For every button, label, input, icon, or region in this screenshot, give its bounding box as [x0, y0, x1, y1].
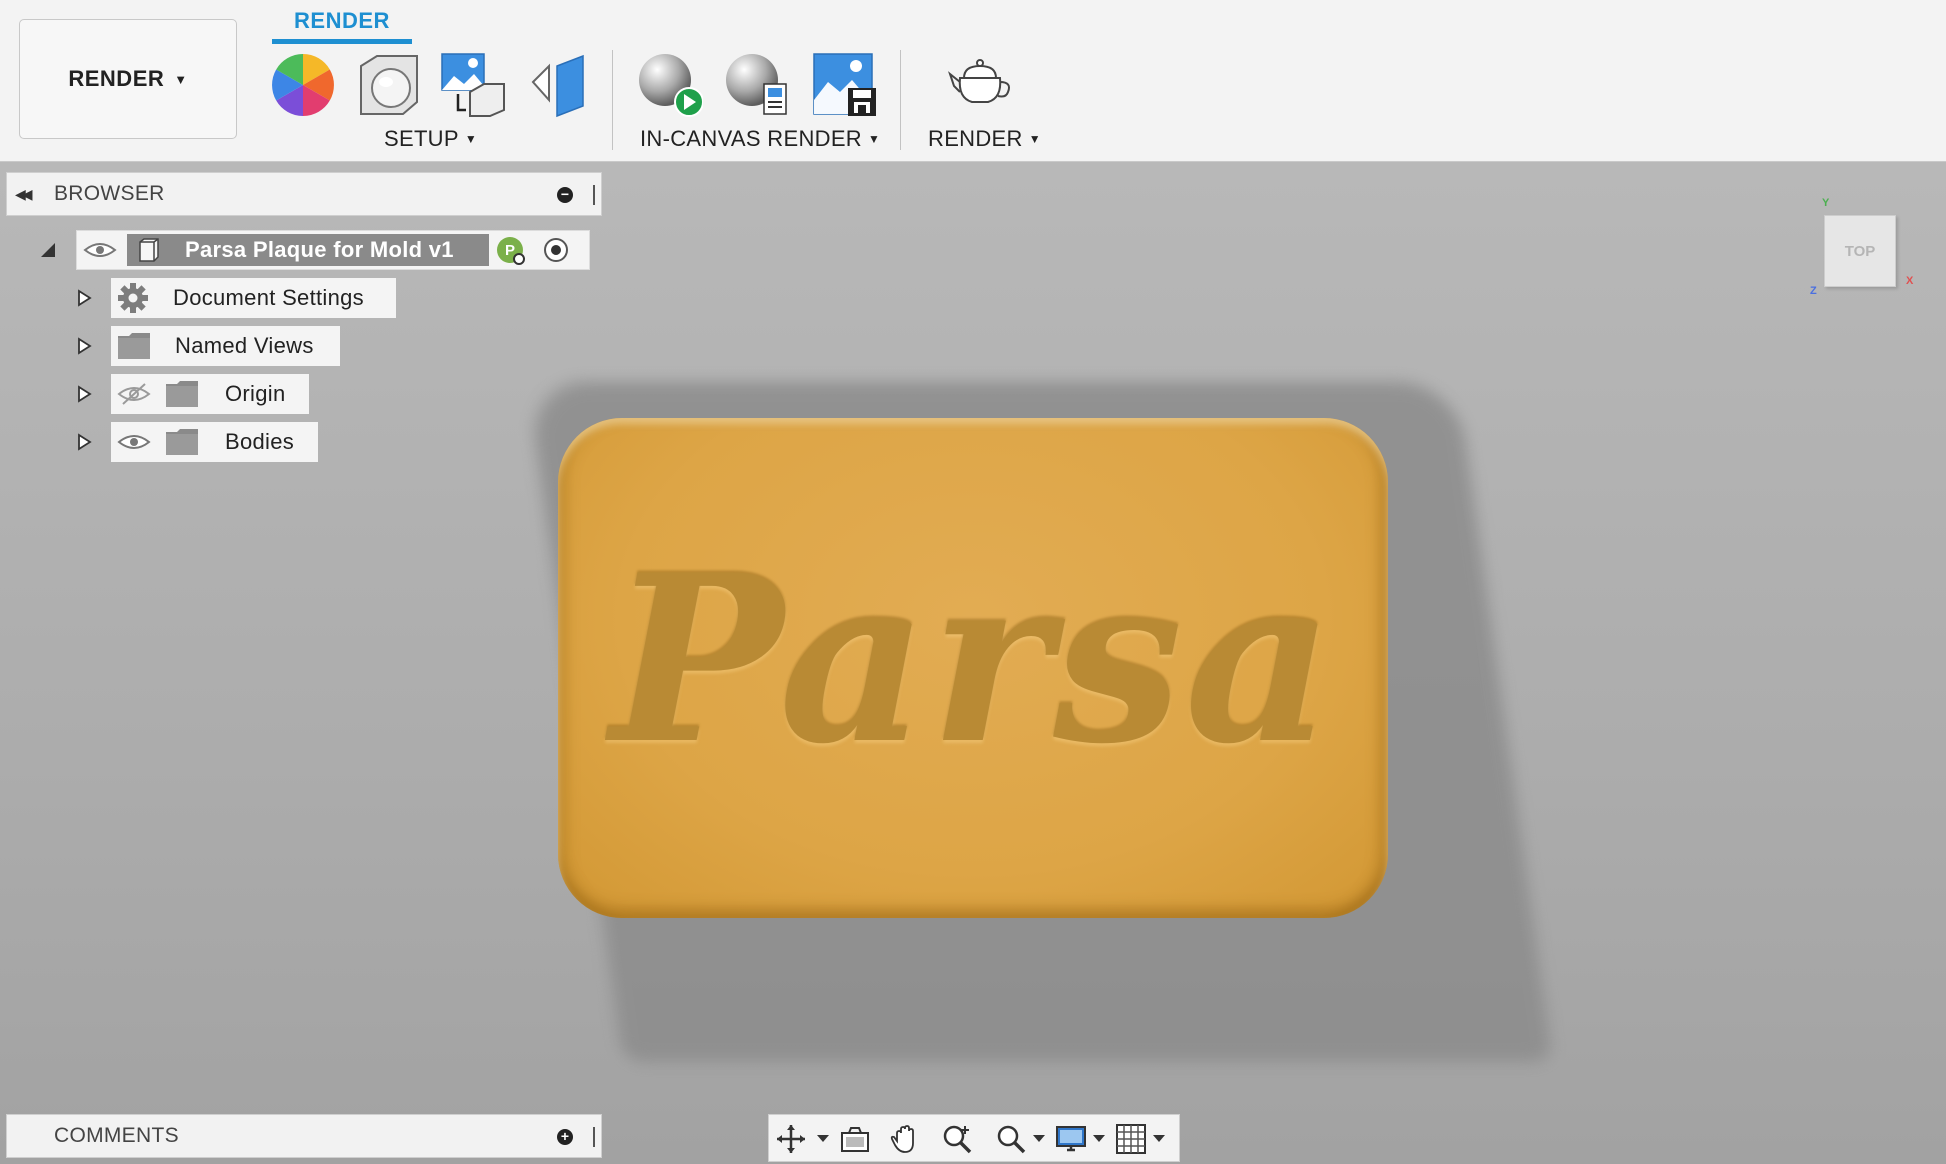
browser-node-document-settings[interactable]: Document Settings — [111, 278, 396, 318]
expand-triangle-icon[interactable] — [74, 288, 94, 308]
pan-icon[interactable] — [889, 1123, 921, 1155]
setup-group-label[interactable]: SETUP ▼ — [384, 126, 477, 152]
chevron-down-icon: ▼ — [174, 71, 188, 87]
browser-panel-header[interactable]: ◀◀ BROWSER − — [6, 172, 602, 216]
radio-target-icon[interactable] — [543, 237, 569, 263]
browser-title: BROWSER — [54, 182, 165, 205]
render-group-label[interactable]: RENDER ▼ — [928, 126, 1041, 152]
in-canvas-render-group-label[interactable]: IN-CANVAS RENDER ▼ — [640, 126, 880, 152]
engraved-text: Parsa — [610, 525, 1336, 795]
appearance-icon[interactable] — [270, 52, 336, 118]
tab-render[interactable]: RENDER — [272, 6, 412, 44]
toolbar-divider — [900, 50, 901, 150]
navigation-bar — [768, 1114, 1180, 1162]
render-teapot-icon[interactable] — [947, 52, 1014, 118]
view-cube-face[interactable]: TOP — [1824, 215, 1896, 287]
chevron-down-icon: ▼ — [867, 132, 881, 146]
chevron-down-icon[interactable] — [1033, 1135, 1045, 1142]
minus-icon[interactable]: − — [557, 187, 573, 203]
gear-icon — [118, 283, 148, 313]
document-settings-label: Document Settings — [173, 285, 364, 310]
capture-image-icon[interactable] — [812, 52, 878, 118]
chevron-down-icon[interactable] — [1153, 1135, 1165, 1142]
workspace-label: RENDER — [68, 66, 165, 91]
fit-icon[interactable] — [995, 1123, 1027, 1155]
root-node-highlight: Parsa Plaque for Mold v1 — [127, 234, 489, 266]
axis-z-label: Z — [1810, 285, 1817, 297]
zoom-icon[interactable] — [941, 1123, 973, 1155]
eye-icon[interactable] — [117, 430, 151, 454]
bodies-label: Bodies — [225, 429, 295, 454]
eye-hidden-icon[interactable] — [117, 382, 151, 406]
comments-title: COMMENTS — [54, 1124, 179, 1147]
folder-icon — [166, 429, 198, 455]
in-canvas-render-settings-icon[interactable] — [724, 52, 790, 118]
workspace-switcher-button[interactable]: RENDER ▼ — [19, 19, 237, 139]
browser-root-node[interactable]: Parsa Plaque for Mold v1 P — [76, 230, 590, 270]
eye-icon[interactable] — [83, 238, 117, 262]
origin-label: Origin — [225, 381, 286, 406]
expand-triangle-icon[interactable] — [74, 384, 94, 404]
decal-icon[interactable] — [525, 52, 591, 118]
toolbar-divider — [612, 50, 613, 150]
browser-node-named-views[interactable]: Named Views — [111, 326, 340, 366]
display-settings-icon[interactable] — [1055, 1123, 1087, 1155]
panel-grip-handle[interactable] — [593, 185, 595, 205]
view-cube[interactable]: TOP Y X Z — [1810, 195, 1920, 305]
panel-grip-handle[interactable] — [593, 1127, 595, 1147]
setup-label-text: SETUP — [384, 126, 459, 151]
grid-icon[interactable] — [1115, 1123, 1147, 1155]
chevron-down-icon[interactable] — [1093, 1135, 1105, 1142]
in-canvas-render-icon[interactable] — [637, 52, 704, 118]
toolbar: RENDER ▼ RENDER SETUP ▼ IN-CANVAS RENDER… — [0, 0, 1946, 162]
expand-triangle-icon[interactable] — [74, 336, 94, 356]
expand-triangle-icon[interactable] — [38, 240, 58, 260]
scene-settings-icon[interactable] — [355, 52, 421, 118]
user-badge: P — [497, 237, 525, 265]
browser-node-origin[interactable]: Origin — [111, 374, 309, 414]
plus-icon[interactable]: + — [557, 1129, 573, 1145]
in-canvas-render-label-text: IN-CANVAS RENDER — [640, 126, 862, 151]
browser-node-bodies[interactable]: Bodies — [111, 422, 318, 462]
axis-x-label: X — [1906, 275, 1914, 287]
chevron-down-icon[interactable] — [817, 1135, 829, 1142]
expand-triangle-icon[interactable] — [74, 432, 94, 452]
root-node-label: Parsa Plaque for Mold v1 — [185, 237, 454, 262]
comments-panel-header[interactable]: COMMENTS + — [6, 1114, 602, 1158]
chevron-down-icon: ▼ — [464, 132, 478, 146]
render-label-text: RENDER — [928, 126, 1023, 151]
axis-y-label: Y — [1822, 197, 1830, 209]
texture-map-icon[interactable] — [440, 52, 506, 118]
named-views-label: Named Views — [175, 333, 314, 358]
look-at-icon[interactable] — [839, 1123, 871, 1155]
plaque-model[interactable]: Parsa — [558, 418, 1388, 918]
folder-icon — [118, 333, 150, 359]
chevron-down-icon: ▼ — [1028, 132, 1041, 146]
component-icon — [139, 238, 159, 262]
collapse-panel-icon[interactable]: ◀◀ — [15, 183, 41, 205]
folder-icon — [166, 381, 198, 407]
orbit-icon[interactable] — [775, 1123, 807, 1155]
badge-status-dot — [513, 253, 525, 265]
